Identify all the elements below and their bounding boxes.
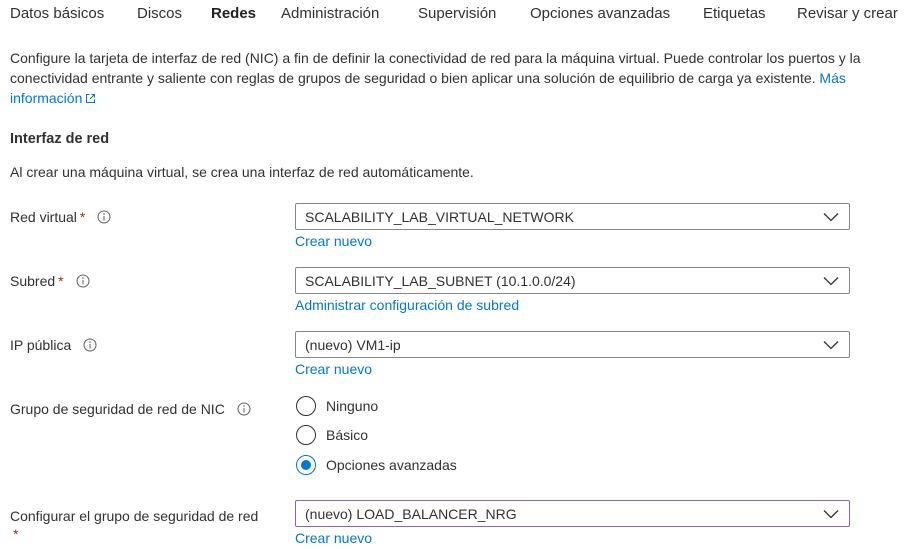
tab-discos[interactable]: Discos [137,5,182,22]
public-ip-label: IP pública [10,337,97,353]
manage-subnet-config-link[interactable]: Administrar configuración de subred [295,297,519,313]
chevron-down-icon [823,510,839,519]
nic-nsg-label: Grupo de seguridad de red de NIC [10,401,251,417]
public-ip-value: (nuevo) VM1-ip [305,337,401,353]
subnet-value: SCALABILITY_LAB_SUBNET (10.1.0.0/24) [305,273,576,289]
chevron-down-icon [823,213,839,222]
subnet-label-text: Subred [10,273,56,289]
radio-dot [301,460,311,470]
info-icon[interactable] [83,338,97,352]
required-marker: * [58,273,64,289]
public-ip-dropdown[interactable]: (nuevo) VM1-ip [295,331,850,358]
radio-circle-selected[interactable] [296,455,316,475]
tab-revisar-y-crear[interactable]: Revisar y crear [797,5,898,22]
create-public-ip-link[interactable]: Crear nuevo [295,361,372,377]
virtual-network-label: Red virtual * [10,209,111,225]
tab-etiquetas[interactable]: Etiquetas [703,5,766,22]
section-title-network-interface: Interfaz de red [10,131,110,147]
public-ip-label-text: IP pública [10,337,72,353]
virtual-network-label-text: Red virtual [10,209,77,225]
chevron-down-icon [823,341,839,350]
create-virtual-network-link[interactable]: Crear nuevo [295,233,372,249]
configure-nsg-label-text: Configurar el grupo de seguridad de red [10,508,259,524]
radio-circle[interactable] [296,425,316,445]
tab-supervision[interactable]: Supervisión [418,5,496,22]
external-link-icon [86,94,96,103]
info-icon[interactable] [237,402,251,416]
configure-nsg-dropdown[interactable]: (nuevo) LOAD_BALANCER_NRG [295,500,850,527]
tab-datos-basicos[interactable]: Datos básicos [10,5,104,22]
nic-nsg-label-text: Grupo de seguridad de red de NIC [10,401,225,417]
create-nsg-link[interactable]: Crear nuevo [295,530,372,546]
tab-bar: Datos básicos Discos Redes Administració… [0,0,921,30]
info-icon[interactable] [76,274,90,288]
radio-ninguno-label: Ninguno [326,398,379,414]
required-marker: * [79,209,86,225]
radio-basico-label: Básico [326,427,369,443]
section-description: Al crear una máquina virtual, se crea un… [10,164,474,180]
virtual-network-dropdown[interactable]: SCALABILITY_LAB_VIRTUAL_NETWORK [295,203,850,230]
tab-opciones-avanzadas[interactable]: Opciones avanzadas [530,5,670,22]
intro-description: Configure la tarjeta de interfaz de red … [10,48,870,108]
virtual-network-value: SCALABILITY_LAB_VIRTUAL_NETWORK [305,209,574,225]
radio-circle[interactable] [296,396,316,416]
info-icon[interactable] [97,210,111,224]
subnet-dropdown[interactable]: SCALABILITY_LAB_SUBNET (10.1.0.0/24) [295,267,850,294]
subnet-label: Subred * [10,273,90,289]
tab-redes[interactable]: Redes [211,5,256,22]
configure-nsg-value: (nuevo) LOAD_BALANCER_NRG [305,506,517,522]
chevron-down-icon [823,277,839,286]
required-marker: * [13,526,19,542]
configure-nsg-label: Configurar el grupo de seguridad de red … [10,507,258,543]
radio-opciones-avanzadas-label: Opciones avanzadas [326,457,457,473]
tab-administracion[interactable]: Administración [281,5,379,22]
intro-text: Configure la tarjeta de interfaz de red … [10,50,861,86]
